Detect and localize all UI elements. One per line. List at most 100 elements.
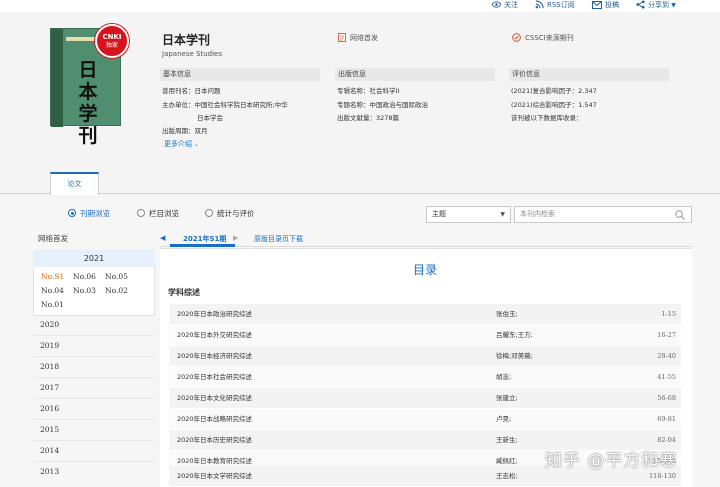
article-title[interactable]: 2020年日本历史研究综述 [177,430,252,451]
chevron-down-icon: ⌄ [192,141,199,148]
year-link[interactable]: 2017 [40,383,59,392]
article-authors[interactable]: 张伯玉; [496,304,518,325]
issue-link[interactable]: No.02 [105,286,128,295]
evaluation-info-header: 评价信息 [509,68,669,81]
article-authors[interactable]: 吕耀东;王方; [496,325,533,346]
year-link[interactable]: 2013 [40,467,59,476]
more-intro-link[interactable]: 更多介绍 ⌄ [164,139,199,149]
sponsor-value: 中国社会科学院日本研究所;中华 [194,101,288,109]
article-title[interactable]: 2020年日本社会研究综述 [177,367,252,388]
search-icon[interactable] [675,210,685,220]
sponsor-row: 主办单位：中国社会科学院日本研究所;中华 [162,100,288,110]
tab-current-issue[interactable]: 2021年S1期 [183,234,226,244]
article-authors[interactable]: 王新生; [496,430,518,451]
sponsor-label: 主办单位： [162,101,195,109]
former-name-label: 曾用刊名： [162,87,195,95]
former-name-value: 日本问题 [194,87,221,95]
share-link[interactable]: 分享到 ▼ [636,0,676,11]
article-pages: 16-27 [657,331,676,339]
follow-link[interactable]: 关注 [492,0,518,10]
tab-download-toc[interactable]: 原版目录页下载 [254,234,303,244]
more-intro-label: 更多介绍 [164,140,192,148]
series-label: 专辑名称： [337,87,370,95]
cnki-exclusive-badge: CNKI 独家 [95,24,129,58]
table-row[interactable]: 2020年日本政治研究综述 张伯玉; 1-15 [169,304,681,325]
tab-papers[interactable]: 论文 [50,172,99,195]
divider [33,440,155,441]
follow-label: 关注 [504,1,518,9]
radio-unchecked-icon [205,209,213,217]
year-link[interactable]: 2014 [40,446,59,455]
rss-icon [535,0,544,9]
issue-link[interactable]: No.06 [73,272,96,281]
browse-by-issue-radio[interactable]: 刊期浏览 [68,209,110,219]
toc-tab-line [160,246,692,247]
issue-link[interactable]: No.01 [41,300,64,309]
basic-info-header: 基本信息 [160,68,320,81]
article-pages: 28-40 [657,352,676,360]
cssci-badge: CSSCI来源期刊 [512,33,574,43]
article-authors[interactable]: 张建立; [496,388,518,409]
publication-info-header: 出版信息 [335,68,495,81]
online-first-link[interactable]: 网络首发 [338,33,378,43]
table-row[interactable]: 2020年日本经济研究综述 徐梅;邓美薇; 28-40 [169,346,681,367]
search-input[interactable]: 本刊内检索 [514,206,692,223]
browse-by-column-radio[interactable]: 栏目浏览 [137,209,179,219]
divider [33,335,155,336]
table-row[interactable]: 2020年日本外交研究综述 吕耀东;王方; 16-27 [169,325,681,346]
included-databases: 该刊被以下数据库收录： [511,114,583,122]
journal-name: 日本学刊 [162,33,211,47]
table-row[interactable]: 2020年日本社会研究综述 胡澎; 41-55 [169,367,681,388]
issue-link[interactable]: No.S1 [41,272,64,281]
article-authors[interactable]: 王志松; [496,466,518,487]
category-heading: 学科综述 [168,288,200,297]
toc-title: 目录 [413,263,438,277]
issue-link[interactable]: No.04 [41,286,64,295]
article-title[interactable]: 2020年日本经济研究综述 [177,346,252,367]
article-title[interactable]: 2020年日本文学研究综述 [177,466,252,487]
rss-link[interactable]: RSS订阅 [535,0,575,10]
share-label: 分享到 [648,1,669,9]
article-title[interactable]: 2020年日本政治研究综述 [177,304,252,325]
submit-link[interactable]: 投稿 [592,0,619,10]
top-bar: 关注 RSS订阅 投稿 分享到 ▼ [0,0,720,12]
browse-by-column-label: 栏目浏览 [149,209,179,218]
table-row[interactable]: 2020年日本文化研究综述 张建立; 56-68 [169,388,681,409]
year-2021-header[interactable]: 2021 [33,250,155,267]
tab-bar [0,172,720,194]
former-name-row: 曾用刊名：日本问题 [162,86,221,96]
prev-issue-arrow[interactable]: ◀ [160,234,165,242]
browse-by-issue-label: 刊期浏览 [80,209,110,218]
table-row[interactable]: 2020年日本战略研究综述 卢昊; 69-81 [169,409,681,430]
article-authors[interactable]: 卢昊; [496,409,511,430]
count-value: 3278篇 [376,114,400,122]
cover-title: 日本学刊 [78,59,98,147]
year-link[interactable]: 2019 [40,341,59,350]
divider [33,419,155,420]
divider [33,356,155,357]
article-title[interactable]: 2020年日本战略研究综述 [177,409,252,430]
issue-link[interactable]: No.05 [105,272,128,281]
stats-radio[interactable]: 统计与评价 [205,209,255,219]
sidebar-online-first[interactable]: 网络首发 [38,233,68,244]
chevron-down-icon: ▼ [500,211,505,218]
composite-impact: (2021)复合影响因子：2.347 [511,87,597,95]
year-link[interactable]: 2015 [40,425,59,434]
article-title[interactable]: 2020年日本外交研究综述 [177,325,252,346]
article-title[interactable]: 2020年日本文化研究综述 [177,388,252,409]
article-authors[interactable]: 徐梅;邓美薇; [496,346,533,367]
online-first-label: 网络首发 [350,34,378,42]
article-pages: 69-81 [657,415,676,423]
year-link[interactable]: 2018 [40,362,59,371]
watermark: 知乎 @平方和寒 [545,451,678,471]
search-field-select[interactable]: 主题 ▼ [426,206,511,223]
article-authors[interactable]: 胡澎; [496,367,511,388]
next-issue-arrow[interactable]: ▶ [233,234,238,242]
issue-link[interactable]: No.03 [73,286,96,295]
cycle-row: 出版周期：双月 [162,126,208,136]
year-link[interactable]: 2016 [40,404,59,413]
article-pages: 56-68 [657,394,676,402]
search-placeholder: 本刊内检索 [520,210,555,218]
sponsor-value-cont: 日本学会 [197,114,223,122]
year-link[interactable]: 2020 [40,320,59,329]
